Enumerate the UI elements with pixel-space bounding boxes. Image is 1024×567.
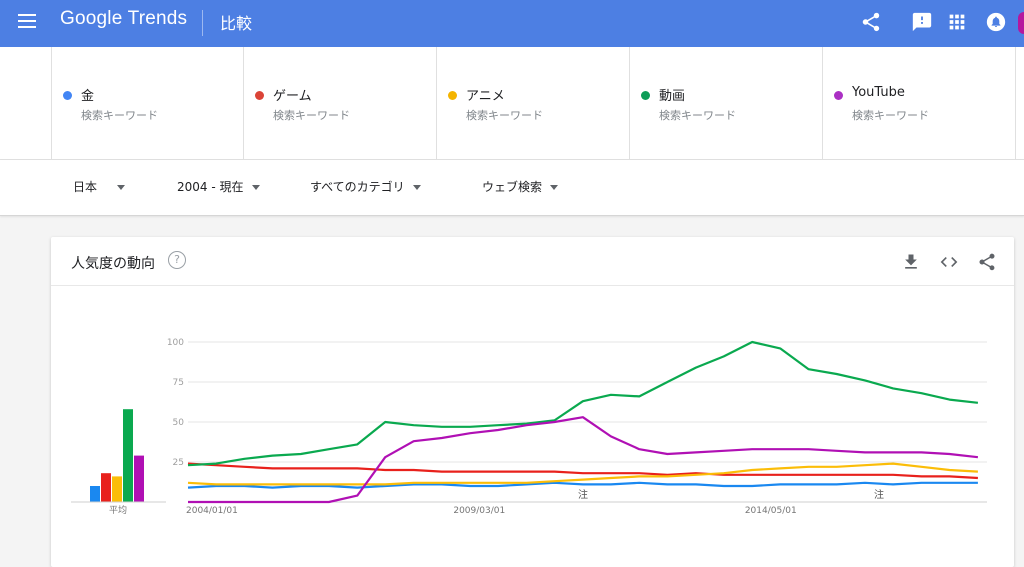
average-bar [101,473,111,502]
annotation-note: 注 [578,488,588,501]
share-icon[interactable] [860,11,882,33]
average-bar [123,409,133,502]
term-name: 金 [81,89,95,104]
page-title: 比較 [220,14,253,33]
term-card-5[interactable]: YouTube 検索キーワード [822,47,1016,159]
google-trends-logo[interactable]: Google Trends [60,8,187,30]
y-tick-label: 75 [173,378,184,388]
region-dropdown[interactable]: 日本 [73,178,126,195]
comparison-terms-bar: 金 検索キーワード ゲーム 検索キーワード アニメ 検索キーワード 動画 検索キ… [0,47,1024,160]
x-tick-label: 2014/05/01 [745,506,797,516]
notifications-icon[interactable] [985,11,1007,33]
y-tick-label: 25 [173,458,184,468]
term-color-dot [255,91,264,100]
average-bar [112,476,122,502]
region-label: 日本 [73,180,98,194]
category-label: すべてのカテゴリ [310,180,405,194]
x-tick-label: 2004/01/01 [186,506,238,516]
y-tick-label: 100 [167,338,184,348]
term-card-2[interactable]: ゲーム 検索キーワード [243,47,436,159]
term-color-dot [448,91,457,100]
feedback-icon[interactable] [911,11,933,33]
menu-icon[interactable] [18,14,36,30]
average-bar [134,455,144,502]
interest-chart: 25 50 75 100 2004/01/01 2009/03/01 2014/05/01 注… [71,338,987,516]
term-color-dot [63,91,72,100]
top-app-bar: Google Trends 比較 [0,0,1024,47]
average-label: 平均 [109,504,127,516]
interest-over-time-card: 人気度の動向 ? 25 50 75 100 2004/01/01 2009/03/01 20… [51,237,1014,567]
term-card-4[interactable]: 動画 検索キーワード [629,47,822,159]
search-type-label: ウェブ検索 [482,180,543,194]
logo-google-text: Google [60,8,123,29]
term-name: アニメ [466,89,505,104]
logo-trends-text: Trends [127,8,188,29]
search-type-dropdown[interactable]: ウェブ検索 [482,178,559,195]
period-dropdown[interactable]: 2004 - 現在 [177,178,260,195]
term-color-dot [641,91,650,100]
term-type: 検索キーワード [659,109,736,122]
term-type: 検索キーワード [852,109,929,122]
term-type: 検索キーワード [81,109,158,122]
avatar[interactable] [1018,12,1024,34]
term-color-dot [834,91,843,100]
header-divider [202,10,203,36]
chevron-down-icon [412,185,421,190]
y-tick-label: 50 [173,418,185,428]
apps-icon[interactable] [946,11,968,33]
x-tick-label: 2009/03/01 [453,506,505,516]
category-dropdown[interactable]: すべてのカテゴリ [310,178,421,195]
term-type: 検索キーワード [466,109,543,122]
chevron-down-icon [251,185,260,190]
annotation-note: 注 [874,488,884,501]
chevron-down-icon [117,185,126,190]
term-name: ゲーム [273,89,312,104]
filter-bar: 日本 2004 - 現在 すべてのカテゴリ ウェブ検索 [0,160,1024,216]
term-name: 動画 [659,89,686,104]
term-type: 検索キーワード [273,109,350,122]
period-label: 2004 - 現在 [177,180,244,194]
term-card-3[interactable]: アニメ 検索キーワード [436,47,629,159]
series-line [187,340,979,467]
term-name: YouTube [852,85,905,100]
chevron-down-icon [550,185,559,190]
term-card-1[interactable]: 金 検索キーワード [51,47,244,159]
average-bar [90,486,100,502]
